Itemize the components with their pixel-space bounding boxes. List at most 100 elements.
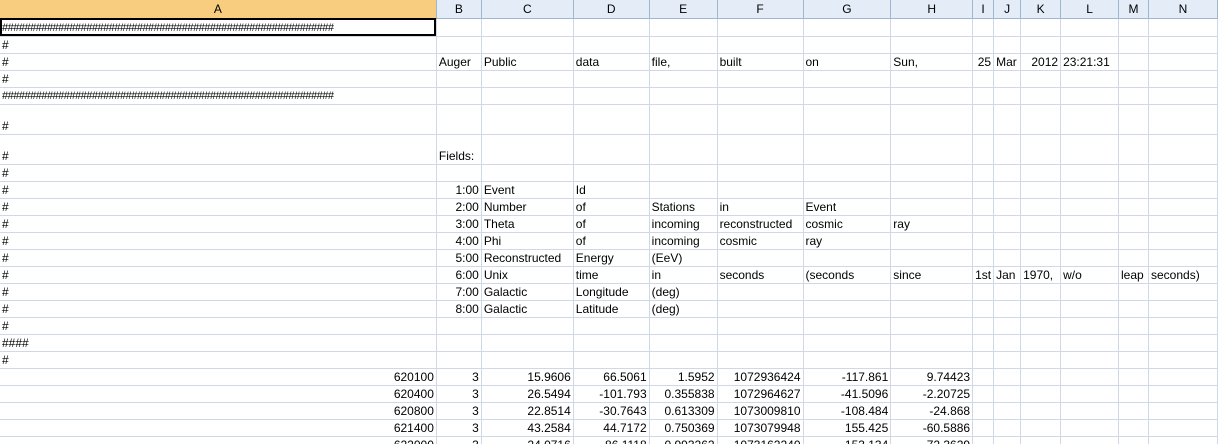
cell-a15[interactable]: # — [0, 283, 437, 301]
cell-f14[interactable]: seconds — [717, 266, 804, 284]
cell-d22[interactable]: -30.7643 — [573, 402, 650, 420]
column-header-l[interactable]: L — [1060, 0, 1120, 19]
cell-n5[interactable] — [1148, 87, 1218, 105]
column-header-a[interactable]: A — [0, 0, 437, 19]
cell-a10[interactable]: # — [0, 198, 437, 216]
cell-d8[interactable] — [573, 164, 650, 182]
cell-j11[interactable] — [993, 215, 1022, 233]
cell-n14[interactable]: seconds) — [1148, 266, 1218, 284]
cell-l10[interactable] — [1060, 198, 1120, 216]
cell-e11[interactable]: incoming — [649, 215, 718, 233]
cell-e18[interactable] — [649, 334, 718, 352]
cell-b18[interactable] — [436, 334, 482, 352]
cell-j3[interactable]: Mar — [993, 53, 1022, 71]
cell-m3[interactable] — [1118, 53, 1149, 71]
cell-i15[interactable] — [972, 283, 995, 301]
cell-e24[interactable]: 0.993262 — [649, 436, 718, 444]
cell-i2[interactable] — [972, 36, 995, 54]
cell-d24[interactable]: 86.1118 — [573, 436, 650, 444]
cell-f11[interactable]: reconstructed — [717, 215, 804, 233]
cell-h18[interactable] — [890, 334, 974, 352]
cell-a19[interactable]: # — [0, 351, 437, 369]
cell-n12[interactable] — [1148, 232, 1218, 250]
cell-g16[interactable] — [803, 300, 892, 318]
cell-i3[interactable]: 25 — [972, 53, 995, 71]
cell-b7[interactable]: Fields: — [436, 134, 482, 165]
cell-n18[interactable] — [1148, 334, 1218, 352]
cell-f3[interactable]: built — [717, 53, 804, 71]
cell-b1[interactable] — [436, 18, 482, 37]
cell-k22[interactable] — [1020, 402, 1062, 420]
cell-a11[interactable]: # — [0, 215, 437, 233]
cell-l17[interactable] — [1060, 317, 1120, 335]
cell-a14[interactable]: # — [0, 266, 437, 284]
cell-e7[interactable] — [649, 134, 718, 165]
cell-j14[interactable]: Jan — [993, 266, 1022, 284]
cell-k2[interactable] — [1020, 36, 1062, 54]
cell-h15[interactable] — [890, 283, 974, 301]
cell-m8[interactable] — [1118, 164, 1149, 182]
cell-n1[interactable] — [1148, 18, 1218, 37]
cell-b14[interactable]: 6:00 — [436, 266, 482, 284]
cell-h6[interactable] — [890, 104, 974, 135]
cell-d16[interactable]: Latitude — [573, 300, 650, 318]
cell-n9[interactable] — [1148, 181, 1218, 199]
cell-h22[interactable]: -24.868 — [890, 402, 974, 420]
cell-c17[interactable] — [481, 317, 574, 335]
cell-c24[interactable]: 24.0716 — [481, 436, 574, 444]
cell-e8[interactable] — [649, 164, 718, 182]
cell-f8[interactable] — [717, 164, 804, 182]
cell-k19[interactable] — [1020, 351, 1062, 369]
cell-m2[interactable] — [1118, 36, 1149, 54]
cell-i21[interactable] — [972, 385, 995, 403]
cell-d9[interactable]: Id — [573, 181, 650, 199]
cell-i10[interactable] — [972, 198, 995, 216]
cell-h4[interactable] — [890, 70, 974, 88]
cell-c22[interactable]: 22.8514 — [481, 402, 574, 420]
cell-a13[interactable]: # — [0, 249, 437, 267]
cell-l23[interactable] — [1060, 419, 1120, 437]
cell-g5[interactable] — [803, 87, 892, 105]
cell-j16[interactable] — [993, 300, 1022, 318]
cell-a7[interactable]: # — [0, 134, 437, 165]
cell-g19[interactable] — [803, 351, 892, 369]
cell-j18[interactable] — [993, 334, 1022, 352]
cell-f24[interactable]: 1073162240 — [717, 436, 804, 444]
cell-b12[interactable]: 4:00 — [436, 232, 482, 250]
cell-j8[interactable] — [993, 164, 1022, 182]
cell-l15[interactable] — [1060, 283, 1120, 301]
cell-c10[interactable]: Number — [481, 198, 574, 216]
cell-k8[interactable] — [1020, 164, 1062, 182]
cell-g12[interactable]: ray — [803, 232, 892, 250]
cell-g11[interactable]: cosmic — [803, 215, 892, 233]
cell-m20[interactable] — [1118, 368, 1149, 386]
cell-j12[interactable] — [993, 232, 1022, 250]
cell-m16[interactable] — [1118, 300, 1149, 318]
cell-l2[interactable] — [1060, 36, 1120, 54]
cell-f2[interactable] — [717, 36, 804, 54]
cell-n10[interactable] — [1148, 198, 1218, 216]
cell-b9[interactable]: 1:00 — [436, 181, 482, 199]
cell-d11[interactable]: of — [573, 215, 650, 233]
cell-d12[interactable]: of — [573, 232, 650, 250]
cell-b2[interactable] — [436, 36, 482, 54]
column-header-m[interactable]: M — [1118, 0, 1149, 19]
cell-l3[interactable]: 23:21:31 — [1060, 53, 1120, 71]
cell-m12[interactable] — [1118, 232, 1149, 250]
column-header-n[interactable]: N — [1148, 0, 1218, 19]
cell-k3[interactable]: 2012 — [1020, 53, 1062, 71]
cell-k14[interactable]: 1970, — [1020, 266, 1062, 284]
cell-m7[interactable] — [1118, 134, 1149, 165]
cell-b20[interactable]: 3 — [436, 368, 482, 386]
cell-e14[interactable]: in — [649, 266, 718, 284]
cell-i18[interactable] — [972, 334, 995, 352]
cell-b8[interactable] — [436, 164, 482, 182]
cell-n3[interactable] — [1148, 53, 1218, 71]
cell-l5[interactable] — [1060, 87, 1120, 105]
cell-c13[interactable]: Reconstructed — [481, 249, 574, 267]
cell-k21[interactable] — [1020, 385, 1062, 403]
cell-b23[interactable]: 3 — [436, 419, 482, 437]
cell-f5[interactable] — [717, 87, 804, 105]
cell-h1[interactable] — [890, 18, 974, 37]
cell-g6[interactable] — [803, 104, 892, 135]
